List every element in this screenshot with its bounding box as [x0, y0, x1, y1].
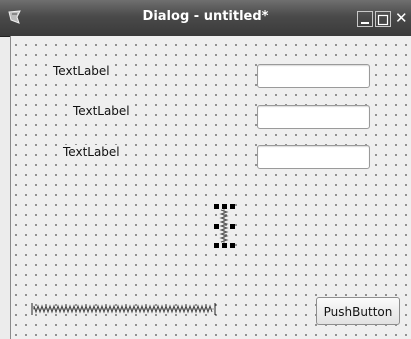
- close-icon: ✕: [395, 9, 408, 27]
- selection-handle[interactable]: [230, 204, 235, 209]
- selection-handle[interactable]: [214, 243, 219, 248]
- text-label-3[interactable]: TextLabel: [61, 145, 122, 159]
- window-title: Dialog - untitled*: [142, 9, 269, 24]
- selection-handle[interactable]: [222, 204, 227, 209]
- vertical-spacer[interactable]: [214, 204, 235, 248]
- selection-handle[interactable]: [222, 243, 227, 248]
- minimize-button[interactable]: [357, 11, 373, 27]
- selection-handle[interactable]: [214, 204, 219, 209]
- minimize-icon: [361, 22, 369, 24]
- title-bar[interactable]: Dialog - untitled* ✕: [0, 0, 411, 37]
- horizontal-spacer-spring-icon: [31, 303, 216, 315]
- maximize-icon: [377, 14, 389, 26]
- horizontal-spacer[interactable]: [30, 300, 217, 318]
- close-button[interactable]: ✕: [395, 11, 411, 27]
- selection-handle[interactable]: [214, 224, 219, 229]
- selection-handle[interactable]: [230, 243, 235, 248]
- form-canvas[interactable]: TextLabel TextLabel TextLabel: [10, 36, 411, 339]
- maximize-button[interactable]: [375, 11, 391, 27]
- text-label-1[interactable]: TextLabel: [51, 64, 112, 78]
- line-edit-1[interactable]: [257, 64, 370, 88]
- push-button[interactable]: PushButton: [316, 297, 400, 325]
- selection-handle[interactable]: [230, 224, 235, 229]
- text-label-2[interactable]: TextLabel: [71, 104, 132, 118]
- line-edit-2[interactable]: [257, 105, 370, 129]
- line-edit-3[interactable]: [257, 145, 370, 169]
- dialog-window: Dialog - untitled* ✕ TextLabel TextLabel…: [0, 0, 411, 339]
